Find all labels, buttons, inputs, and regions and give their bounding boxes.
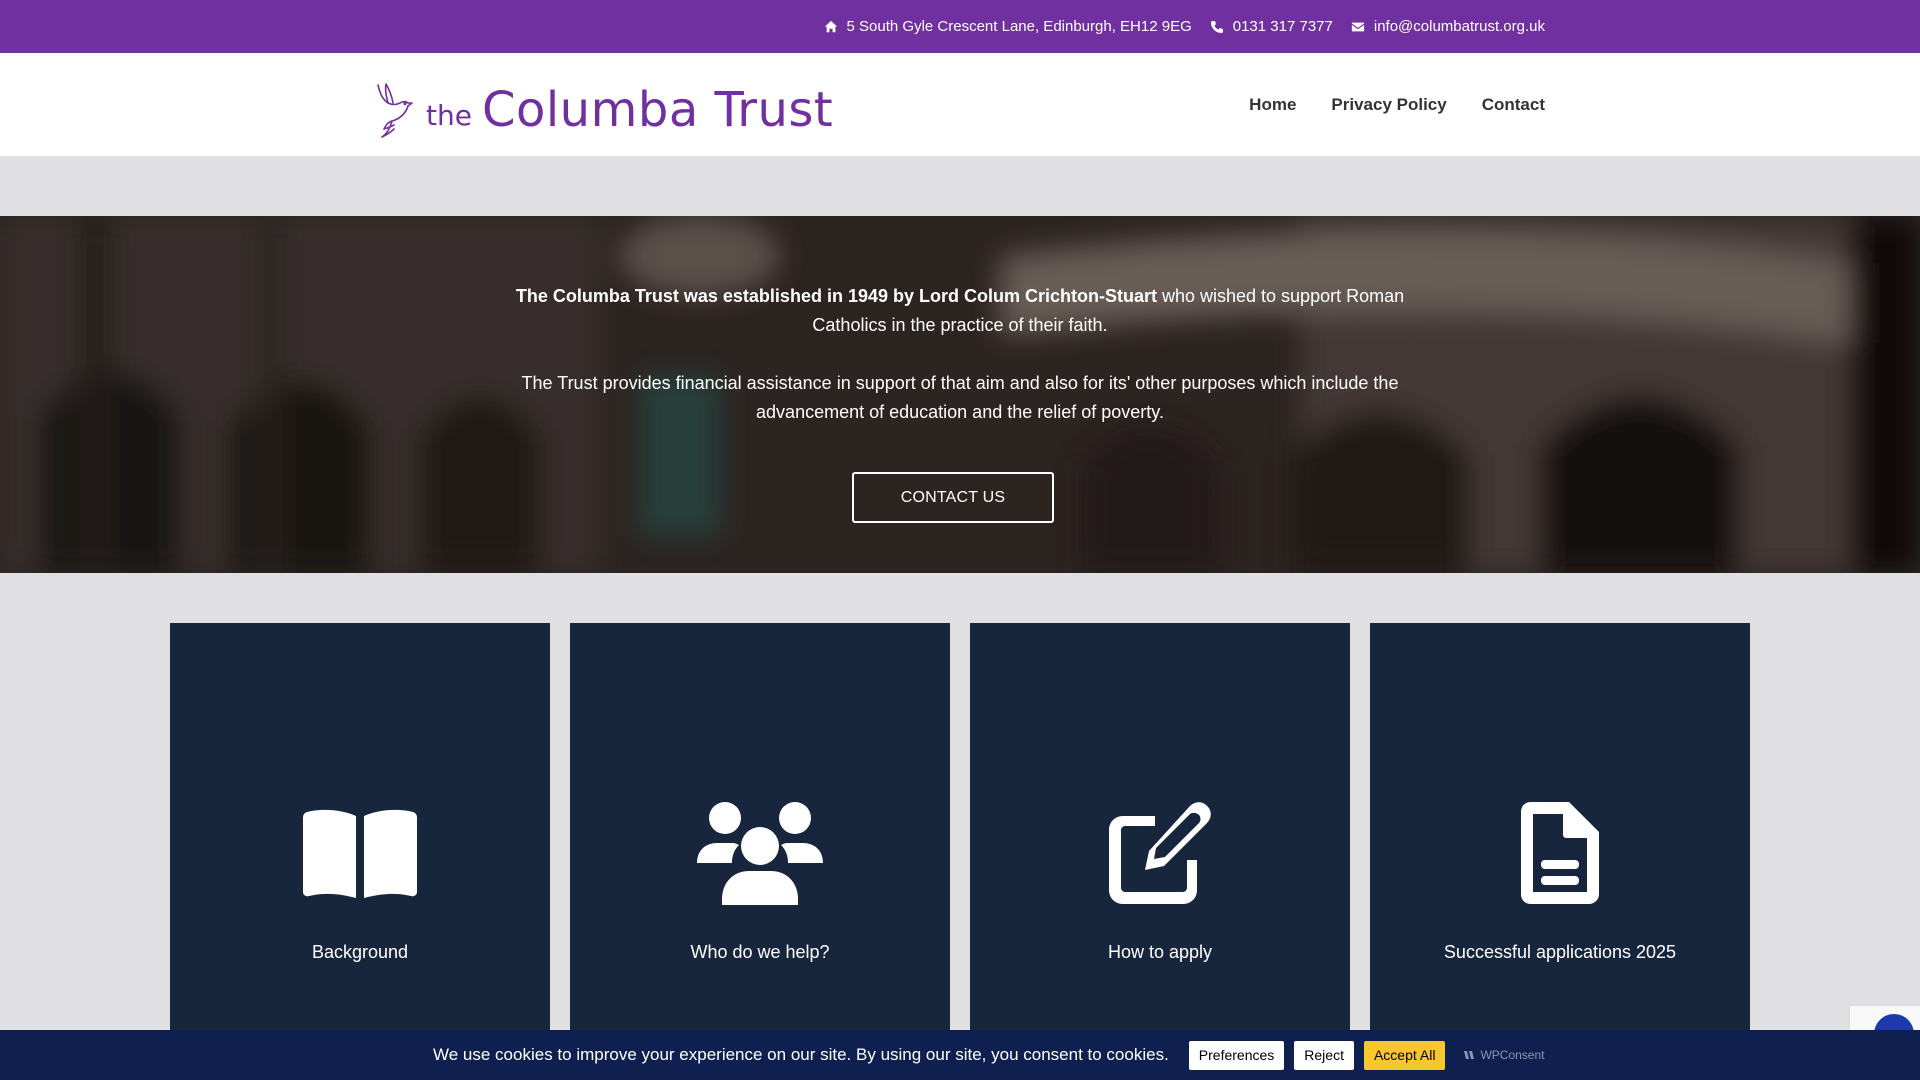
contact-us-button[interactable]: CONTACT US xyxy=(852,472,1054,523)
site-logo[interactable]: the Columba Trust xyxy=(372,82,834,138)
hero-text: The Columba Trust was established in 194… xyxy=(510,282,1410,456)
logo-name: Columba Trust xyxy=(481,82,834,138)
top-info-bar: 5 South Gyle Crescent Lane, Edinburgh, E… xyxy=(0,0,1920,53)
hero-intro: The Columba Trust was established in 194… xyxy=(510,282,1410,340)
card-successful-applications[interactable]: Successful applications 2025 xyxy=(1370,623,1750,1043)
users-icon xyxy=(570,802,950,905)
address-info: 5 South Gyle Crescent Lane, Edinburgh, E… xyxy=(824,18,1192,35)
hero-intro-bold: The Columba Trust was established in 194… xyxy=(515,286,1157,306)
card-label: Who do we help? xyxy=(690,942,830,962)
card-background[interactable]: Background xyxy=(170,623,550,1043)
main-nav: Home Privacy Policy Contact xyxy=(1249,53,1545,156)
email-info[interactable]: info@columbatrust.org.uk xyxy=(1351,18,1545,35)
wpconsent-text: WPConsent xyxy=(1480,1048,1545,1062)
cookie-reject-button[interactable]: Reject xyxy=(1294,1040,1354,1070)
cookie-consent-bar: We use cookies to improve your experienc… xyxy=(0,1030,1920,1080)
nav-contact[interactable]: Contact xyxy=(1482,95,1545,115)
dove-icon xyxy=(377,83,413,138)
hero-section: The Columba Trust was established in 194… xyxy=(0,216,1920,573)
nav-privacy-policy[interactable]: Privacy Policy xyxy=(1331,95,1446,115)
card-label: Successful applications 2025 xyxy=(1443,942,1677,962)
edit-icon xyxy=(970,802,1350,904)
logo-the: the xyxy=(426,98,472,132)
envelope-icon xyxy=(1351,22,1364,31)
address-text: 5 South Gyle Crescent Lane, Edinburgh, E… xyxy=(846,18,1192,35)
cookie-message: We use cookies to improve your experienc… xyxy=(433,1045,1169,1064)
phone-info[interactable]: 0131 317 7377 xyxy=(1210,18,1333,35)
home-icon xyxy=(824,20,837,32)
card-label: Background xyxy=(311,942,409,962)
feature-cards: Background Who do we help? How to apply xyxy=(170,623,1750,1043)
card-who-do-we-help[interactable]: Who do we help? xyxy=(570,623,950,1043)
wpconsent-brand[interactable]: WPConsent xyxy=(1463,1048,1544,1062)
file-text-icon xyxy=(1370,802,1750,904)
card-label: How to apply xyxy=(1107,942,1213,962)
card-how-to-apply[interactable]: How to apply xyxy=(970,623,1350,1043)
book-open-icon xyxy=(170,803,550,903)
phone-icon xyxy=(1210,20,1223,33)
site-header: the Columba Trust Home Privacy Policy Co… xyxy=(0,53,1920,156)
cookie-accept-all-button[interactable]: Accept All xyxy=(1363,1040,1446,1070)
wpconsent-logo-icon xyxy=(1464,1051,1475,1059)
cookie-preferences-button[interactable]: Preferences xyxy=(1188,1040,1285,1070)
nav-home[interactable]: Home xyxy=(1249,95,1296,115)
email-text[interactable]: info@columbatrust.org.uk xyxy=(1374,18,1545,35)
phone-text[interactable]: 0131 317 7377 xyxy=(1233,18,1333,35)
hero-paragraph-2: The Trust provides financial assistance … xyxy=(521,373,1399,422)
